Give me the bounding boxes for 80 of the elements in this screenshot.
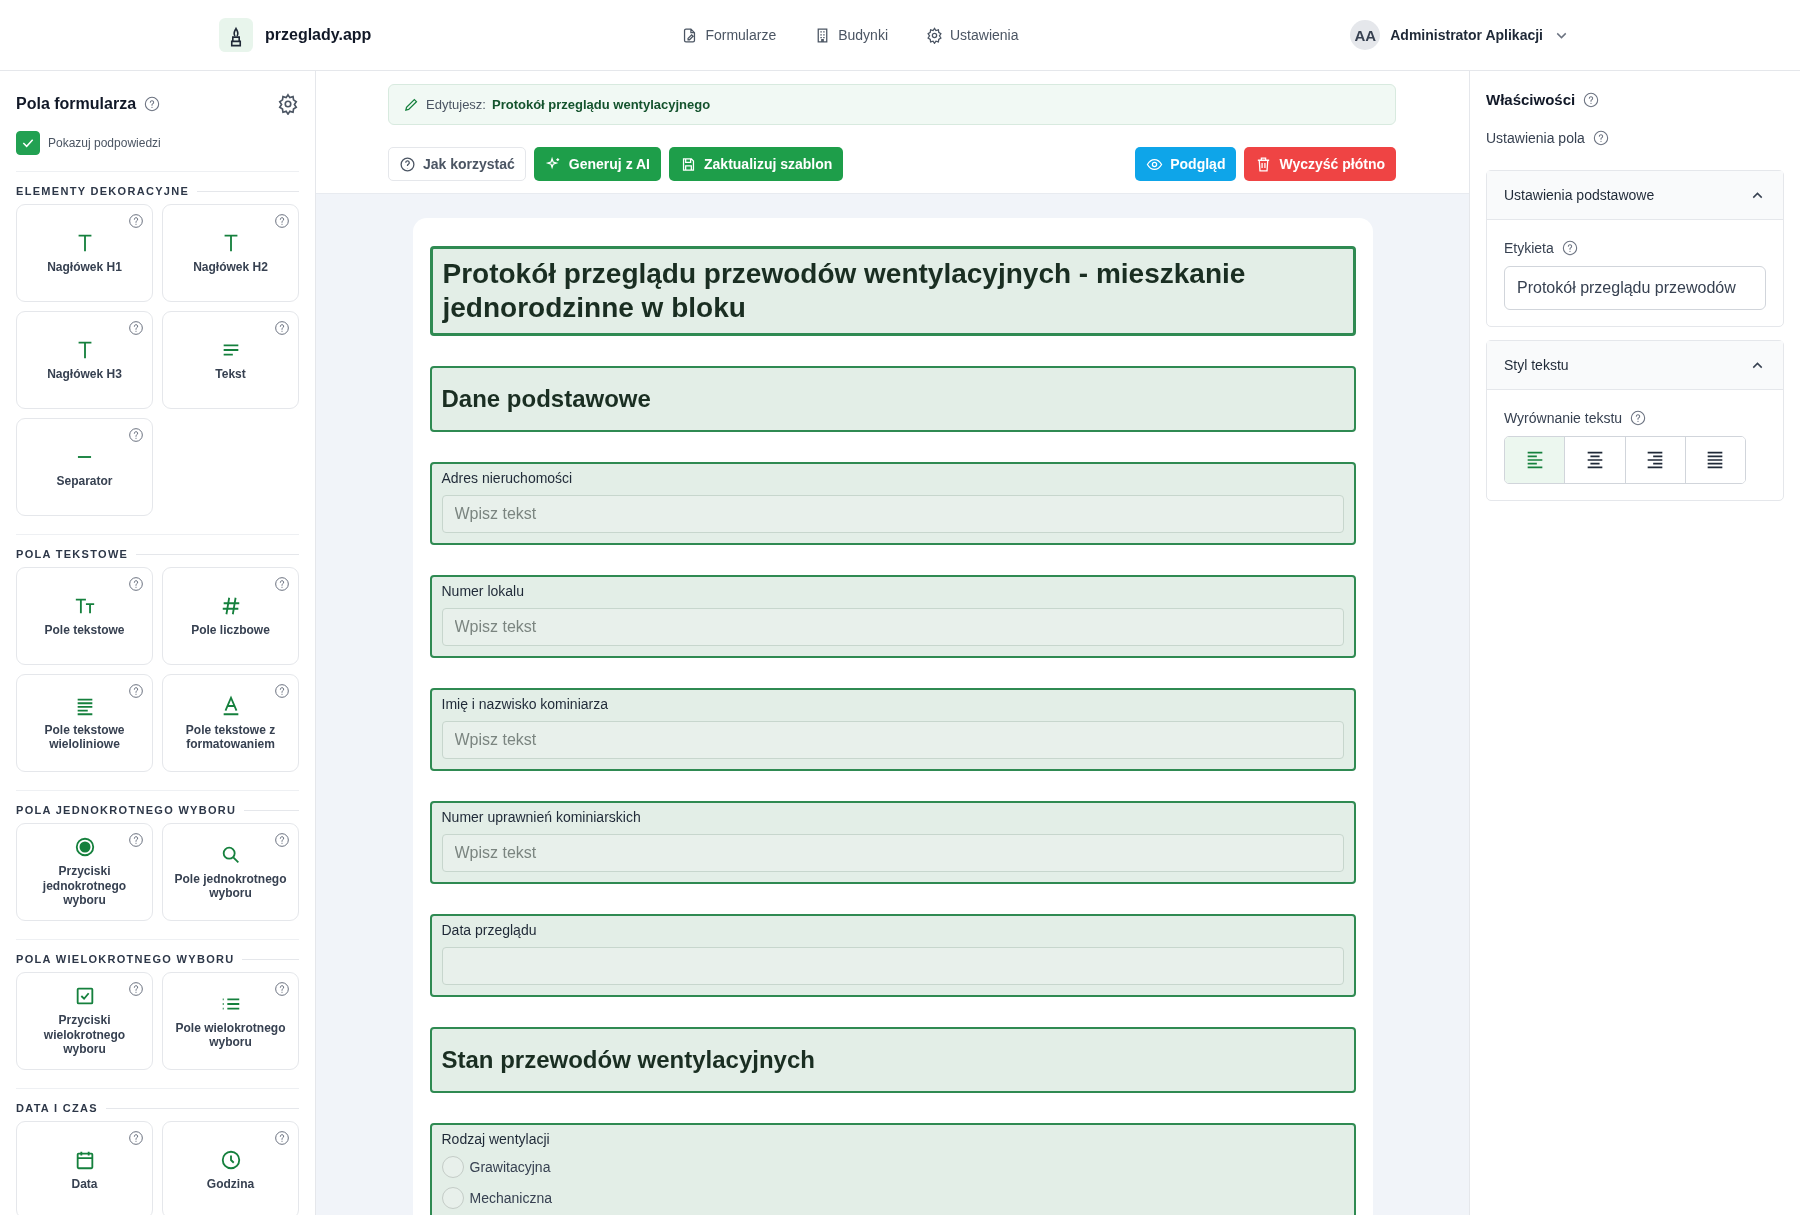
field-label: Wyrównanie tekstu: [1504, 410, 1623, 426]
field-type-card[interactable]: Nagłówek H1: [16, 204, 153, 302]
radio-option[interactable]: Mechaniczna: [441, 1187, 1344, 1210]
help-icon[interactable]: [274, 1130, 290, 1146]
pencil-icon: [403, 96, 420, 113]
field-type-card[interactable]: Tekst: [162, 311, 299, 409]
editing-banner: Edytujesz: Protokół przeglądu wentylacyjnego: [388, 84, 1396, 125]
settings-icon[interactable]: [277, 93, 299, 115]
help-icon[interactable]: [128, 427, 144, 443]
field-label: Numer uprawnień kominiarskich: [441, 809, 642, 826]
section-heading: POLA WIELOKROTNEGO WYBORU: [16, 953, 235, 965]
panel-title: Pola formularza: [16, 95, 137, 113]
field-type-card[interactable]: Pole jednokrotnego wyboru: [162, 823, 299, 921]
help-icon[interactable]: [274, 576, 290, 592]
section-heading[interactable]: Dane podstawowe: [441, 385, 651, 414]
field-type-card[interactable]: Nagłówek H2: [162, 204, 299, 302]
dash-icon: [77, 454, 92, 459]
text-field[interactable]: Wpisz tekst: [441, 608, 1344, 647]
settings-icon: [926, 26, 943, 44]
field-label: Numer lokalu: [441, 583, 525, 600]
nav-link[interactable]: Formularze: [681, 26, 777, 44]
panel-title: Właściwości: [1486, 91, 1576, 108]
field-type-card[interactable]: Separator: [16, 418, 153, 516]
help-icon[interactable]: [274, 981, 290, 997]
toolbar-button[interactable]: Wyczyść płótno: [1244, 147, 1396, 181]
align-left-button[interactable]: [1505, 437, 1566, 483]
help-icon[interactable]: [128, 213, 144, 229]
field-type-card[interactable]: Pole liczbowe: [162, 567, 299, 665]
subtitle: Ustawienia pola: [1486, 130, 1585, 146]
toolbar-button[interactable]: Jak korzystać: [388, 147, 526, 181]
text-field[interactable]: Wpisz tekst: [441, 834, 1344, 873]
radio-option[interactable]: Grawitacyjna: [441, 1156, 1344, 1179]
field-type-card[interactable]: Pole tekstowe z formatowaniem: [162, 674, 299, 772]
field-type-card[interactable]: Pole tekstowe: [16, 567, 153, 665]
radio-icon: [73, 836, 96, 859]
field-type-card[interactable]: Pole wielokrotnego wyboru: [162, 972, 299, 1070]
help-icon[interactable]: [274, 832, 290, 848]
field-label: Etykieta: [1504, 240, 1554, 256]
nav-link[interactable]: Ustawienia: [926, 26, 1019, 44]
help-icon[interactable]: [128, 320, 144, 336]
section-heading: POLA JEDNOKROTNEGO WYBORU: [16, 804, 237, 816]
help-icon[interactable]: [274, 213, 290, 229]
clock-icon: [219, 1148, 242, 1171]
help-icon[interactable]: [274, 320, 290, 336]
field-type-card[interactable]: Przyciski wielokrotnego wyboru: [16, 972, 153, 1070]
section-heading: ELEMENTY DEKORACYJNE: [16, 185, 190, 197]
app-name[interactable]: przeglady.app: [265, 26, 372, 44]
text-field[interactable]: Wpisz tekst: [441, 495, 1344, 534]
help-icon: [399, 155, 416, 173]
text-field[interactable]: Wpisz tekst: [441, 721, 1344, 760]
help-icon[interactable]: [1561, 240, 1578, 256]
section-heading: DATA I CZAS: [16, 1102, 98, 1114]
field-label: Imię i nazwisko kominiarza: [441, 696, 609, 713]
help-icon[interactable]: [1630, 410, 1647, 426]
user-menu[interactable]: AA Administrator Aplikacji: [1350, 20, 1570, 50]
section-heading[interactable]: Stan przewodów wentylacyjnych: [441, 1046, 815, 1075]
text-field[interactable]: [441, 947, 1344, 986]
help-icon[interactable]: [144, 96, 161, 112]
logo-icon: [219, 18, 253, 52]
save-icon: [680, 155, 697, 173]
help-icon[interactable]: [128, 576, 144, 592]
accordion-header[interactable]: Ustawienia podstawowe: [1487, 171, 1783, 220]
accordion-header[interactable]: Styl tekstu: [1487, 341, 1783, 390]
help-icon[interactable]: [1592, 130, 1609, 146]
field-type-card[interactable]: Nagłówek H3: [16, 311, 153, 409]
hints-checkbox[interactable]: Pokazuj podpowiedzi: [16, 131, 299, 155]
field-type-card[interactable]: Pole tekstowe wieloliniowe: [16, 674, 153, 772]
help-icon[interactable]: [1583, 91, 1600, 108]
help-icon[interactable]: [128, 683, 144, 699]
help-icon[interactable]: [128, 981, 144, 997]
field-label: Adres nieruchomości: [441, 470, 574, 487]
section-heading: POLA TEKSTOWE: [16, 548, 129, 560]
field-type-card[interactable]: Przyciski jednokrotnego wyboru: [16, 823, 153, 921]
nav-link[interactable]: Budynki: [814, 26, 888, 44]
help-icon[interactable]: [128, 1130, 144, 1146]
field-label: Data przeglądu: [441, 922, 538, 939]
help-icon[interactable]: [274, 683, 290, 699]
field-label: Rodzaj wentylacji: [441, 1131, 551, 1148]
help-icon[interactable]: [128, 832, 144, 848]
label-field[interactable]: Protokół przeglądu przewodów: [1504, 266, 1766, 310]
